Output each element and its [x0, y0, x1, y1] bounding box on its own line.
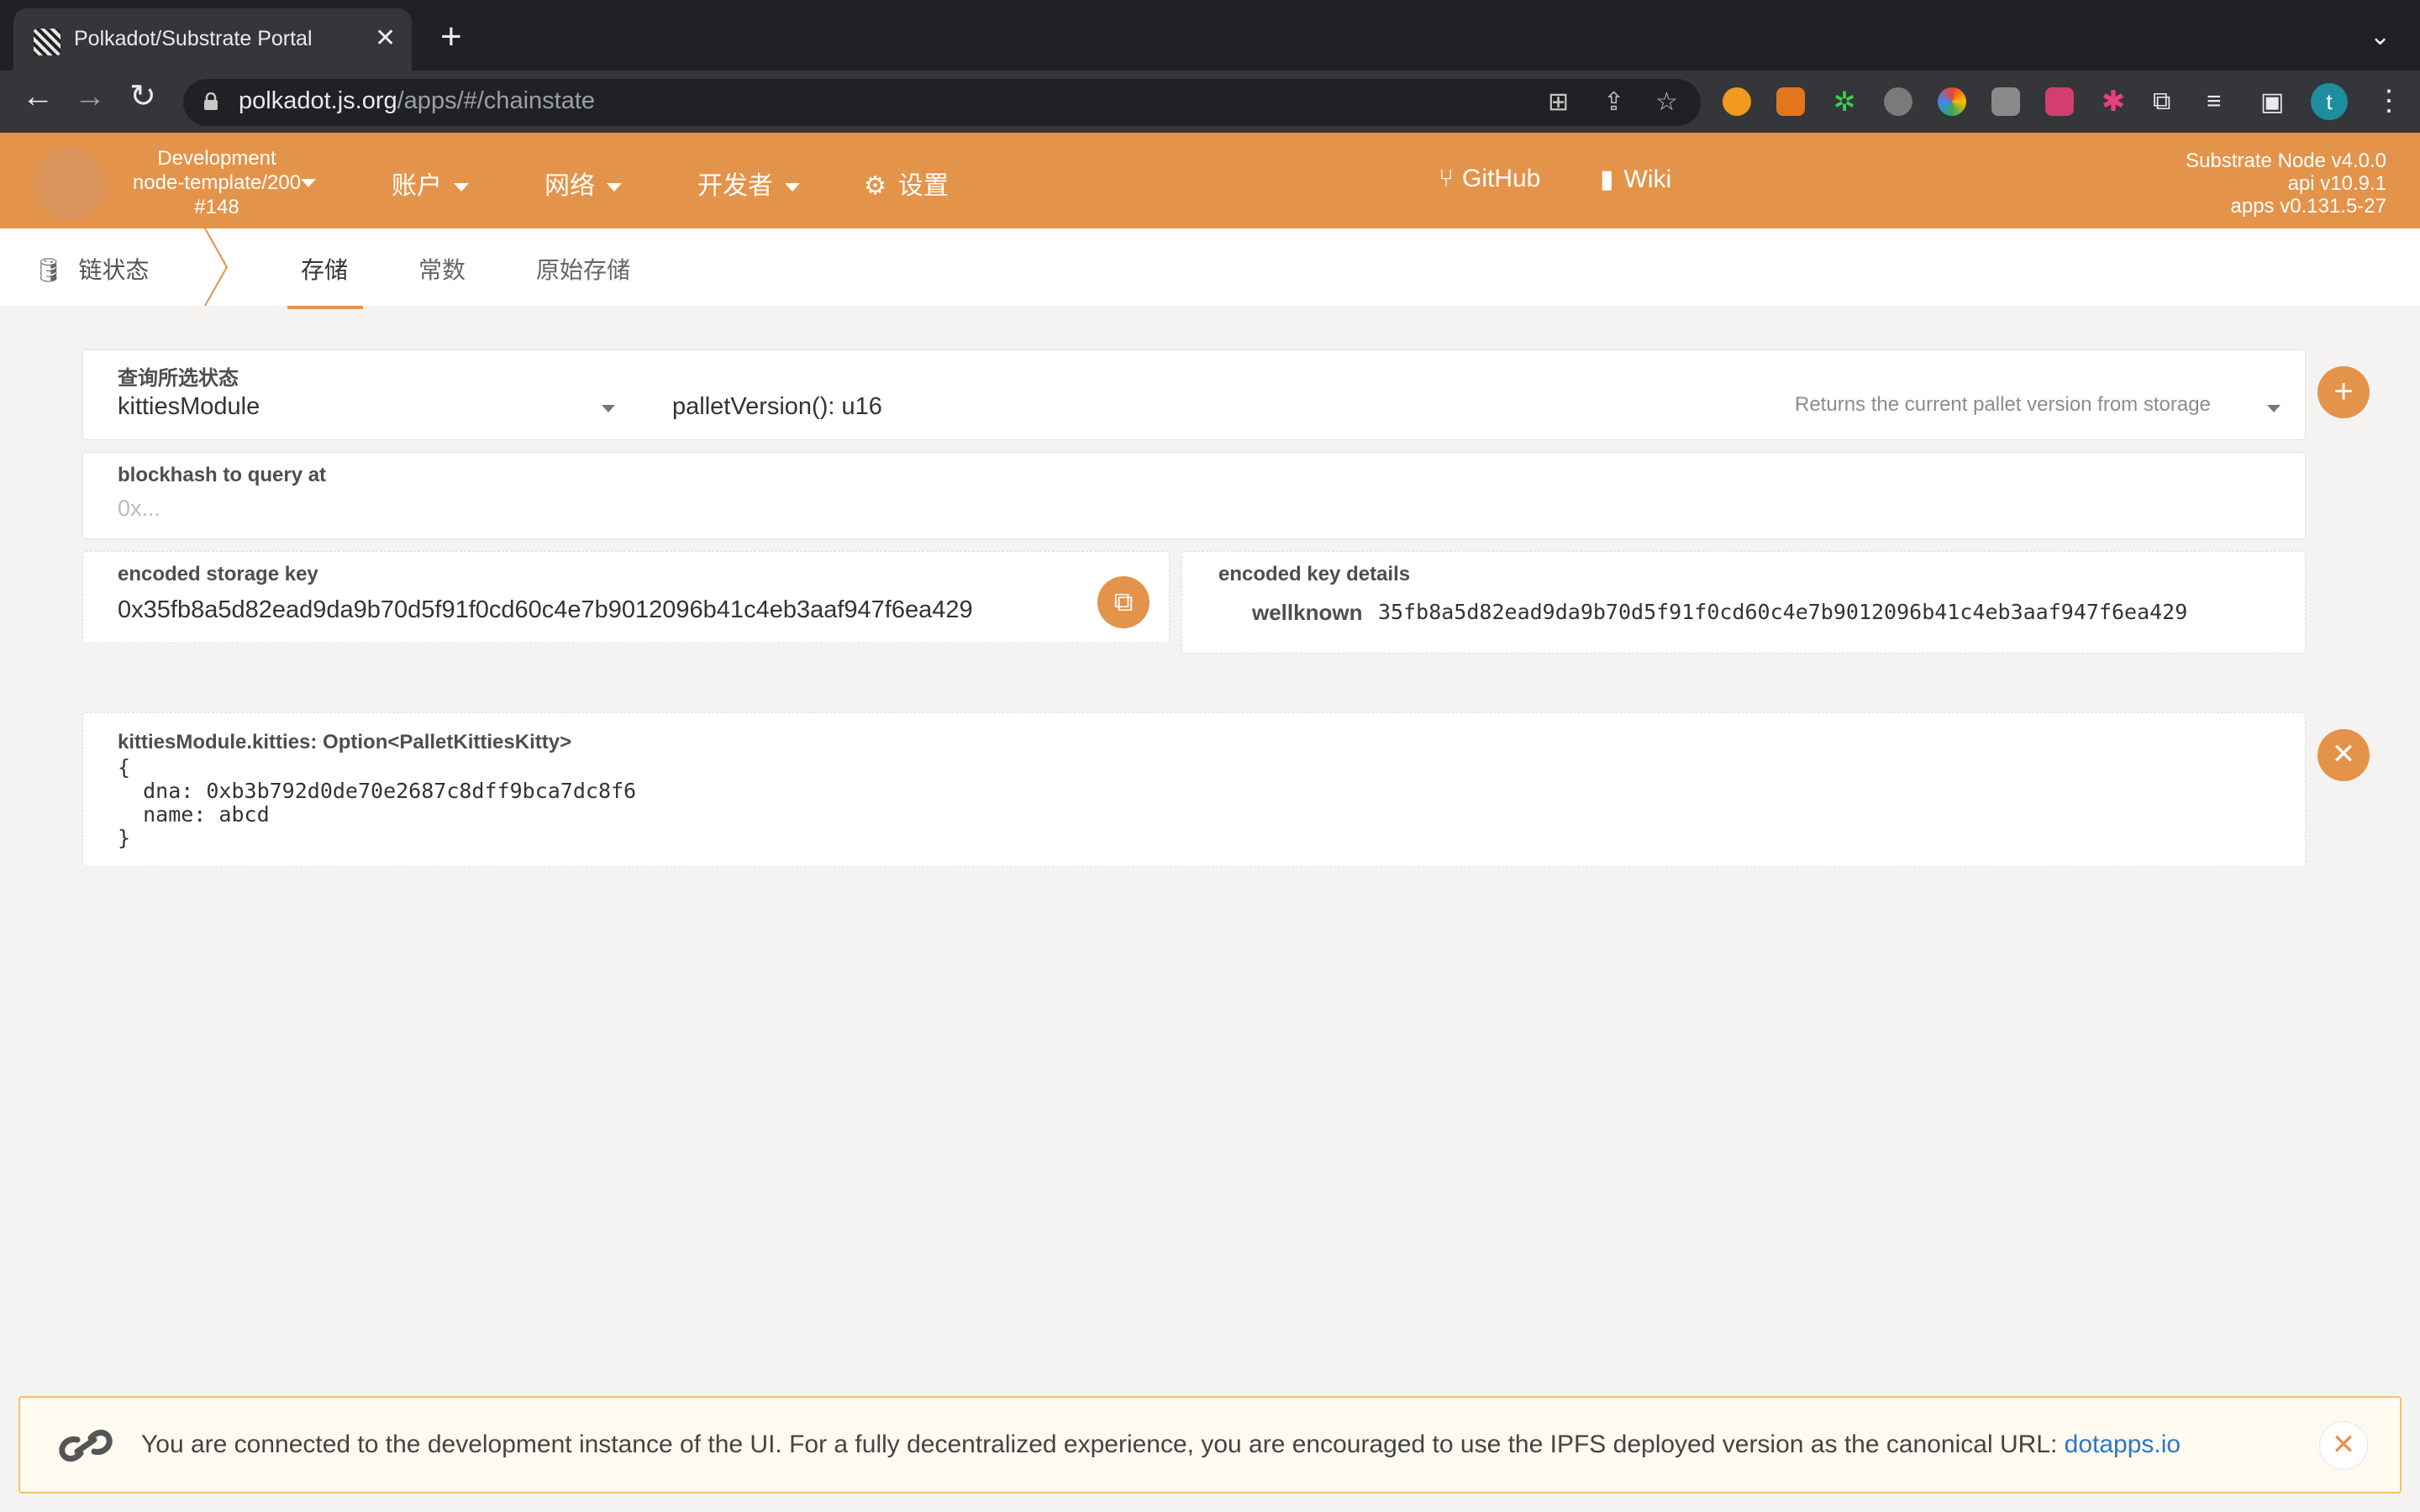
- back-icon[interactable]: ←: [22, 81, 54, 113]
- close-notice-button[interactable]: ✕: [2319, 1421, 2368, 1470]
- metamask-fox-icon[interactable]: [1776, 87, 1805, 116]
- url-text[interactable]: polkadot.js.org/apps/#/chainstate: [239, 87, 595, 115]
- side-panel-icon[interactable]: ▣: [2260, 87, 2284, 117]
- extension-star-icon[interactable]: ✲: [1830, 87, 1859, 116]
- tab-title: Polkadot/Substrate Portal: [74, 27, 313, 50]
- node-name: node-template/200: [132, 171, 302, 194]
- new-tab-icon[interactable]: +: [440, 18, 462, 55]
- blockhash-input[interactable]: 0x...: [118, 496, 160, 522]
- chevron-down-icon: [607, 183, 622, 192]
- pinwheel-extension-icon[interactable]: ✱: [2099, 87, 2128, 116]
- app-header: [0, 133, 2420, 228]
- chevron-down-icon: [454, 183, 469, 192]
- dotapps-link[interactable]: dotapps.io: [2065, 1431, 2181, 1458]
- copy-icon[interactable]: ⧉: [1097, 576, 1150, 628]
- polkadot-favicon-icon: [34, 29, 60, 55]
- add-query-button[interactable]: +: [2317, 366, 2370, 418]
- result-output[interactable]: { dna: 0xb3b792d0de70e2687c8dff9bca7dc8f…: [118, 756, 636, 850]
- forward-icon[interactable]: →: [74, 81, 106, 113]
- chevron-down-icon: [301, 179, 316, 187]
- polkadot-extension-icon[interactable]: [1884, 87, 1912, 116]
- result-title: kittiesModule.kitties: Option<PalletKitt…: [118, 731, 572, 753]
- method-description: Returns the current pallet version from …: [1795, 393, 2211, 416]
- chain-selector[interactable]: Development node-template/200 #148: [124, 146, 316, 219]
- translate-icon[interactable]: ⊞: [1548, 87, 1569, 117]
- share-icon[interactable]: ⇪: [1603, 87, 1624, 117]
- reload-icon[interactable]: ↻: [129, 81, 156, 113]
- database-icon: 🛢: [34, 257, 64, 283]
- tab-search-chevron-icon[interactable]: ⌄: [2370, 22, 2391, 51]
- key-field-name: wellknown: [1252, 600, 1363, 625]
- section-title: 🛢 链状态: [34, 257, 150, 283]
- module-dropdown-chevron-icon[interactable]: [602, 405, 615, 412]
- block-number: #148: [194, 196, 239, 218]
- menu-settings[interactable]: ⚙ 设置: [864, 165, 949, 202]
- method-dropdown-chevron-icon[interactable]: [2267, 405, 2281, 412]
- notice-text: You are connected to the development ins…: [141, 1431, 2181, 1458]
- kebab-menu-icon[interactable]: ⋮: [2375, 84, 2403, 118]
- chain-name: Development: [157, 147, 276, 170]
- blockhash-card: [82, 452, 2306, 539]
- version-info: Substrate Node v4.0.0 api v10.9.1 apps v…: [2186, 150, 2386, 218]
- key-field-value[interactable]: 35fb8a5d82ead9da9b70d5f91f0cd60c4e7b9012…: [1378, 600, 2187, 624]
- tab-raw-storage[interactable]: 原始存储: [536, 252, 630, 286]
- profile-avatar[interactable]: t: [2311, 83, 2348, 120]
- code-branch-icon: ⑂: [1439, 165, 1454, 192]
- query-label: 查询所选状态: [118, 367, 239, 390]
- key-details-label: encoded key details: [1218, 563, 1411, 585]
- extension-color-icon[interactable]: [1938, 87, 1966, 116]
- menu-network[interactable]: 网络: [544, 165, 622, 202]
- breadcrumb-chevron-icon: [204, 228, 229, 306]
- encoded-key-label: encoded storage key: [118, 563, 318, 585]
- active-tab-indicator: [287, 306, 363, 309]
- blockhash-label: blockhash to query at: [118, 464, 327, 486]
- method-dropdown[interactable]: palletVersion(): u16: [672, 393, 882, 421]
- extension-icon[interactable]: [1723, 87, 1751, 116]
- encoded-key-value[interactable]: 0x35fb8a5d82ead9da9b70d5f91f0cd60c4e7b90…: [118, 596, 973, 624]
- module-dropdown[interactable]: kittiesModule: [118, 393, 260, 421]
- book-icon: ▮: [1600, 165, 1614, 193]
- reading-list-icon[interactable]: ≡: [2207, 87, 2222, 116]
- chevron-down-icon: [785, 183, 800, 192]
- lock-icon[interactable]: [203, 92, 218, 111]
- translate-extension-icon[interactable]: [2045, 87, 2074, 116]
- wiki-link[interactable]: ▮ Wiki: [1600, 165, 1671, 194]
- link-chain-icon: [59, 1429, 113, 1462]
- remove-query-button[interactable]: ✕: [2317, 729, 2370, 781]
- sub-navigation: [0, 228, 2420, 306]
- tab-close-icon[interactable]: ✕: [375, 24, 396, 53]
- puzzle-icon[interactable]: ⧉: [2153, 87, 2170, 116]
- github-link[interactable]: ⑂ GitHub: [1439, 165, 1540, 193]
- menu-developer[interactable]: 开发者: [697, 165, 800, 202]
- tab-constants[interactable]: 常数: [418, 252, 466, 286]
- extension-copy-icon[interactable]: [1991, 87, 2020, 116]
- menu-accounts[interactable]: 账户: [392, 165, 469, 202]
- gears-icon: ⚙: [864, 172, 886, 200]
- chain-logo[interactable]: [34, 148, 106, 220]
- tab-storage[interactable]: 存储: [301, 252, 348, 286]
- star-icon[interactable]: ☆: [1655, 87, 1678, 117]
